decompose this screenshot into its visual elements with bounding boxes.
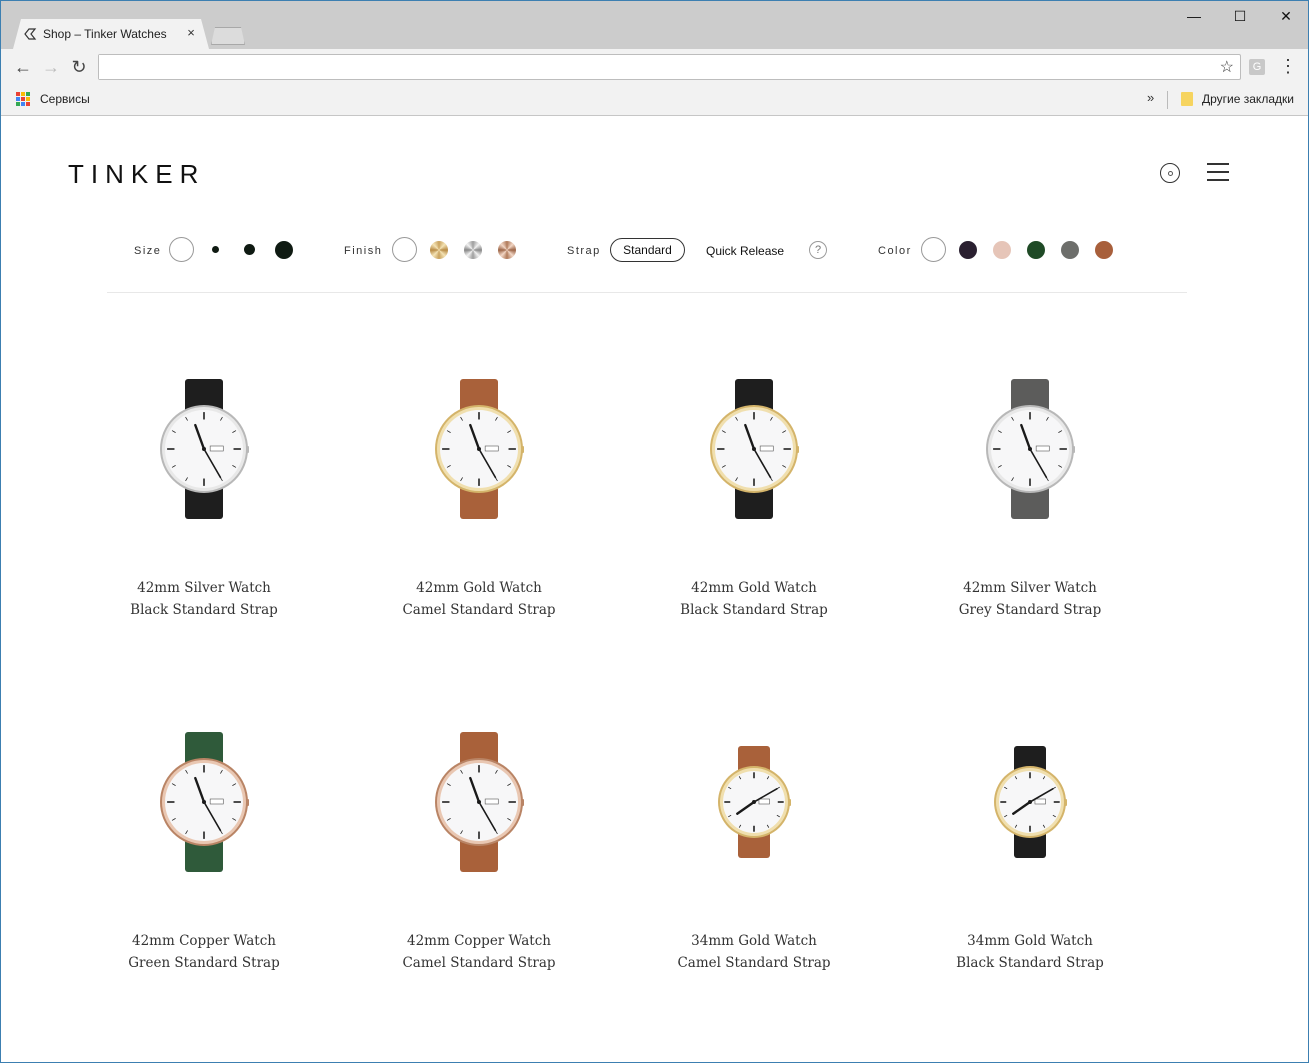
finish-filter-label: Finish (344, 245, 383, 257)
folder-icon (1181, 92, 1193, 106)
account-icon[interactable] (1160, 163, 1180, 183)
size-large-option[interactable] (275, 241, 293, 259)
product-card[interactable]: 42mm Gold Watch Black Standard Strap (634, 375, 874, 655)
product-subtitle[interactable]: Black Standard Strap (634, 599, 874, 621)
product-title[interactable]: 42mm Copper Watch (359, 930, 599, 952)
address-bar[interactable]: ☆ (98, 54, 1241, 80)
watch-image[interactable] (144, 728, 264, 878)
product-card[interactable]: 42mm Silver Watch Black Standard Strap (84, 375, 324, 655)
back-icon[interactable]: ← (11, 55, 35, 79)
product-card[interactable]: 34mm Gold Watch Black Standard Strap (910, 728, 1150, 1008)
color-option-5[interactable] (1095, 241, 1113, 259)
minimize-button[interactable]: — (1171, 5, 1217, 27)
watch-image[interactable] (970, 375, 1090, 525)
product-subtitle[interactable]: Grey Standard Strap (910, 599, 1150, 621)
product-card[interactable]: 42mm Silver Watch Grey Standard Strap (910, 375, 1150, 655)
tab-title: Shop – Tinker Watches (43, 27, 167, 41)
product-subtitle[interactable]: Green Standard Strap (84, 952, 324, 974)
finish-gold-option[interactable] (430, 241, 448, 259)
product-card[interactable]: 34mm Gold Watch Camel Standard Strap (634, 728, 874, 1008)
apps-label[interactable]: Сервисы (40, 92, 90, 106)
product-card[interactable]: 42mm Copper Watch Camel Standard Strap (359, 728, 599, 1008)
color-option-3[interactable] (1027, 241, 1045, 259)
color-all-option[interactable] (921, 237, 946, 262)
product-title[interactable]: 42mm Gold Watch (634, 577, 874, 599)
watch-image[interactable] (970, 728, 1090, 878)
maximize-button[interactable]: ☐ (1217, 5, 1263, 27)
reload-icon[interactable]: ↻ (67, 55, 91, 79)
forward-icon[interactable]: → (39, 55, 63, 79)
tab-close-icon[interactable]: × (184, 25, 198, 41)
product-card[interactable]: 42mm Copper Watch Green Standard Strap (84, 728, 324, 1008)
apps-grid-icon[interactable] (16, 92, 30, 106)
product-title[interactable]: 42mm Silver Watch (84, 577, 324, 599)
product-title[interactable]: 42mm Gold Watch (359, 577, 599, 599)
close-window-button[interactable]: ✕ (1263, 5, 1308, 27)
product-title[interactable]: 42mm Copper Watch (84, 930, 324, 952)
finish-all-option[interactable] (392, 237, 417, 262)
site-favicon-icon (24, 28, 37, 40)
color-option-2[interactable] (993, 241, 1011, 259)
bookmarks-bar: Сервисы » Другие закладки (1, 85, 1308, 116)
product-subtitle[interactable]: Camel Standard Strap (359, 952, 599, 974)
bookmark-star-icon[interactable]: ☆ (1220, 57, 1234, 77)
filter-bar: Size Finish Strap Standard Quick Release… (1, 235, 1308, 269)
product-subtitle[interactable]: Black Standard Strap (910, 952, 1150, 974)
watch-image[interactable] (419, 375, 539, 525)
size-small-option[interactable] (212, 246, 219, 253)
finish-silver-option[interactable] (464, 241, 482, 259)
finish-copper-option[interactable] (498, 241, 516, 259)
strap-quick-release-option[interactable]: Quick Release (706, 244, 784, 258)
address-input[interactable] (99, 55, 1199, 79)
menu-icon[interactable] (1207, 163, 1229, 181)
browser-window: Shop – Tinker Watches × — ☐ ✕ ← → ↻ ☆ G … (0, 0, 1309, 1063)
filter-divider (107, 292, 1187, 293)
color-option-1[interactable] (959, 241, 977, 259)
site-logo[interactable]: TINKER (68, 159, 205, 190)
product-card[interactable]: 42mm Gold Watch Camel Standard Strap (359, 375, 599, 655)
help-icon[interactable]: ? (809, 241, 827, 259)
size-all-option[interactable] (169, 237, 194, 262)
title-bar: Shop – Tinker Watches × — ☐ ✕ (1, 1, 1308, 49)
other-bookmarks-label[interactable]: Другие закладки (1202, 92, 1294, 106)
color-filter-label: Color (878, 245, 912, 257)
tab-shop[interactable]: Shop – Tinker Watches × (13, 19, 209, 49)
bookmarks-overflow-icon[interactable]: » (1147, 90, 1154, 105)
product-subtitle[interactable]: Camel Standard Strap (634, 952, 874, 974)
product-title[interactable]: 42mm Silver Watch (910, 577, 1150, 599)
product-subtitle[interactable]: Camel Standard Strap (359, 599, 599, 621)
browser-toolbar: ← → ↻ ☆ G ⋮ (1, 49, 1308, 85)
product-title[interactable]: 34mm Gold Watch (634, 930, 874, 952)
watch-image[interactable] (419, 728, 539, 878)
size-medium-option[interactable] (244, 244, 255, 255)
strap-filter-label: Strap (567, 245, 601, 257)
watch-image[interactable] (694, 375, 814, 525)
extension-icon[interactable]: G (1249, 59, 1265, 75)
product-title[interactable]: 34mm Gold Watch (910, 930, 1150, 952)
product-subtitle[interactable]: Black Standard Strap (84, 599, 324, 621)
browser-menu-icon[interactable]: ⋮ (1279, 55, 1297, 79)
watch-image[interactable] (694, 728, 814, 878)
new-tab-button[interactable] (211, 27, 245, 45)
size-filter-label: Size (134, 245, 162, 257)
page-content: TINKER Size Finish Strap Standard Quick … (1, 117, 1308, 1062)
color-option-4[interactable] (1061, 241, 1079, 259)
watch-image[interactable] (144, 375, 264, 525)
strap-standard-option[interactable]: Standard (610, 238, 685, 262)
bookmarks-separator (1167, 91, 1168, 109)
